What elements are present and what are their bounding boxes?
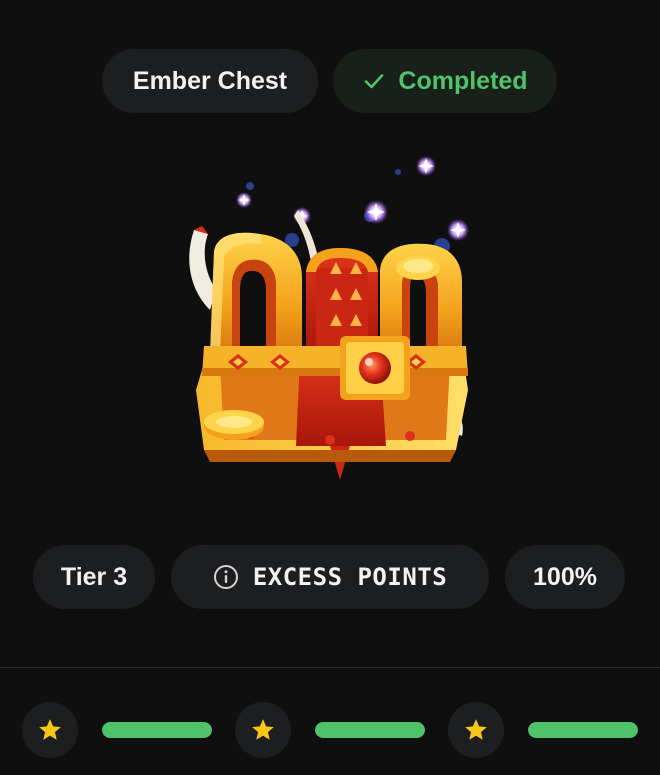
star-icon <box>465 719 487 740</box>
progress-bar-3 <box>528 722 638 738</box>
progress-bar-2-fill <box>315 722 425 738</box>
progress-bar-2 <box>315 722 425 738</box>
chest-name-label: Ember Chest <box>132 66 288 95</box>
star-icon <box>39 719 61 740</box>
treasure-chest-icon <box>189 156 469 480</box>
completed-status-badge: Completed <box>333 49 557 113</box>
completion-percent-badge: 100% <box>505 545 625 609</box>
progress-bar-3-fill <box>528 722 638 738</box>
completion-percent-label: 100% <box>533 562 597 591</box>
milestone-star-3 <box>448 702 504 758</box>
excess-points-button[interactable]: EXCESS POINTS <box>171 545 489 609</box>
tier-badge: Tier 3 <box>33 545 155 609</box>
milestone-star-2 <box>235 702 291 758</box>
progress-bar-1-fill <box>102 722 212 738</box>
info-icon[interactable] <box>213 564 239 590</box>
chest-name-badge: Ember Chest <box>102 49 318 113</box>
check-icon <box>365 74 384 89</box>
tier-label: Tier 3 <box>60 562 128 591</box>
milestone-star-1 <box>22 702 78 758</box>
status-label: Completed <box>398 66 528 95</box>
tier-progress-track <box>0 702 660 758</box>
progress-bar-1 <box>102 722 212 738</box>
excess-points-label: EXCESS POINTS <box>252 563 448 591</box>
star-icon <box>252 719 274 740</box>
section-divider <box>0 667 660 668</box>
